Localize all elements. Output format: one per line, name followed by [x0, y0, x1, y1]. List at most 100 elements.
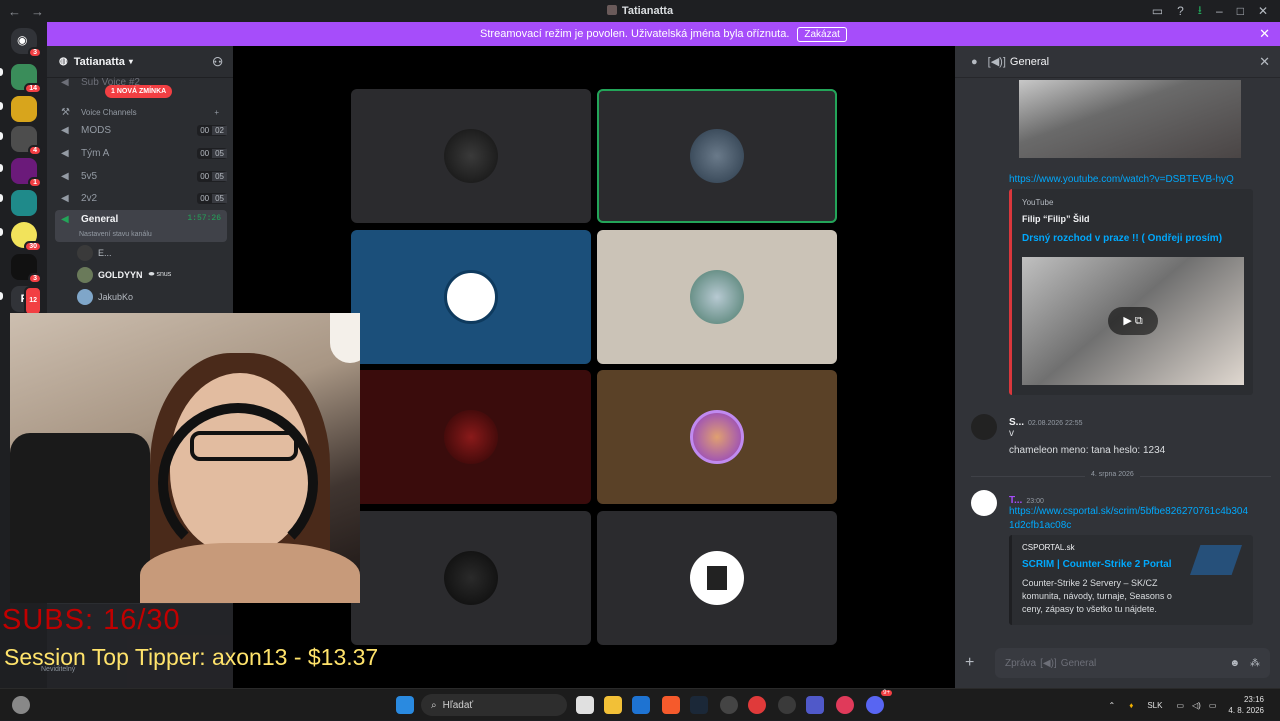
channel-2v2[interactable]: ◀ 2v2 00 05	[55, 188, 227, 208]
server-icon[interactable]: 3	[11, 254, 42, 284]
search-box[interactable]: ⌕ Hľadať	[421, 694, 567, 716]
minimize-button[interactable]: –	[1216, 4, 1223, 18]
avatar	[77, 267, 93, 283]
disable-streamer-mode-button[interactable]: Zakázat	[797, 26, 847, 42]
close-icon[interactable]: ✕	[1259, 26, 1270, 42]
participant-tile[interactable]	[597, 511, 837, 645]
server-icon[interactable]: 1	[11, 158, 42, 188]
embed-title[interactable]: Drsný rozchod v praze !! ( Ondřeji prosí…	[1022, 233, 1222, 244]
maximize-button[interactable]: □	[1237, 4, 1244, 18]
taskbar: ⌕ Hľadať 9+ ⌃ ♦ SLK ▭ ◁) ▭ 23:16 4. 8. 202…	[0, 688, 1280, 720]
message-input[interactable]: Zpráva [◀)] General ☻ ⁂	[995, 648, 1270, 678]
server-icon[interactable]: 4	[11, 126, 42, 156]
user-count: 00	[200, 171, 210, 181]
unread-pill	[0, 194, 3, 202]
channel-mods[interactable]: ◀ MODS 00 02	[55, 120, 227, 140]
discord-icon[interactable]: 9+	[866, 690, 892, 714]
thumbnail-image[interactable]	[1019, 80, 1241, 158]
unread-pill	[0, 132, 3, 140]
apps-icon[interactable]: ⁂	[1250, 658, 1260, 669]
add-channel-icon[interactable]: +	[214, 108, 219, 117]
clock-time: 23:16	[1243, 695, 1264, 704]
avatar[interactable]	[971, 490, 997, 516]
brave-icon[interactable]	[662, 696, 680, 714]
language-indicator[interactable]: SLK	[1147, 701, 1162, 710]
app-icon[interactable]	[720, 696, 738, 714]
close-chat-icon[interactable]: ✕	[1259, 54, 1270, 70]
channel-status-setting[interactable]: Nastavení stavu kanálu	[79, 231, 152, 238]
close-button[interactable]: ✕	[1258, 4, 1268, 18]
participant-tile[interactable]	[351, 370, 591, 504]
invite-people-icon[interactable]: ⚇	[212, 55, 223, 69]
participant-tile[interactable]	[597, 370, 837, 504]
youtube-link[interactable]: https://www.youtube.com/watch?v=DSBTEVB-…	[1009, 174, 1234, 185]
guild-name: Tatianatta	[73, 55, 125, 68]
weather-icon[interactable]	[12, 696, 30, 714]
help-icon[interactable]: ?	[1177, 4, 1184, 18]
teams-icon[interactable]	[806, 696, 824, 714]
download-icon[interactable]: ⭳	[1198, 1, 1202, 22]
speaker-icon: ◀	[61, 124, 69, 136]
server-icon[interactable]	[11, 96, 37, 122]
voice-user[interactable]: E...	[77, 244, 112, 262]
channel-general[interactable]: ◀ General 1:57:26 Nastavení stavu kanálu	[55, 210, 227, 242]
notification-badge: 30	[24, 241, 42, 252]
microphone-icon[interactable]: ♦	[1129, 701, 1133, 710]
clock[interactable]: 23:16 4. 8. 2026	[1228, 694, 1264, 716]
task-view-icon[interactable]	[576, 696, 594, 714]
server-icon[interactable]: 14	[11, 64, 42, 94]
category-voice-channels[interactable]: ⚒ Voice Channels +	[55, 102, 227, 122]
avatar	[77, 245, 93, 261]
battery-icon[interactable]: ▭	[1209, 701, 1217, 710]
file-explorer-icon[interactable]	[604, 696, 622, 714]
participant-tile-speaking[interactable]	[597, 89, 837, 223]
embed-provider[interactable]: CSPORTAL.sk	[1022, 543, 1075, 552]
windows-start-icon[interactable]	[396, 696, 414, 714]
volume-icon[interactable]: ◁)	[1192, 701, 1201, 710]
media-player-icon[interactable]	[836, 696, 854, 714]
user-name: JakubKo	[98, 292, 134, 302]
channel-tym-a[interactable]: ◀ Tým A 00 05	[55, 143, 227, 163]
server-icon[interactable]	[11, 190, 37, 216]
channel-name: General	[81, 214, 119, 225]
message-author[interactable]: S...	[1009, 417, 1024, 428]
embed-title[interactable]: SCRIM | Counter-Strike 2 Portal	[1022, 559, 1172, 570]
user-name: E...	[98, 248, 112, 258]
channel-5v5[interactable]: ◀ 5v5 00 05	[55, 166, 227, 186]
csportal-embed: CSPORTAL.sk SCRIM | Counter-Strike 2 Por…	[1009, 535, 1253, 625]
video-thumbnail[interactable]: ▶ ⧉	[1022, 257, 1244, 385]
server-folder-icon[interactable]: F12	[11, 286, 42, 316]
body-shape	[140, 543, 360, 603]
inbox-icon[interactable]: ▭	[1152, 4, 1163, 18]
avatar[interactable]	[971, 414, 997, 440]
server-icon[interactable]: 30	[11, 222, 42, 252]
participant-tile[interactable]	[351, 230, 591, 364]
csportal-logo-icon	[1190, 545, 1242, 575]
app-icon[interactable]	[778, 696, 796, 714]
media-player-icon[interactable]	[748, 696, 766, 714]
participant-tile[interactable]	[351, 511, 591, 645]
composer-placeholder: Zpráva	[1005, 657, 1037, 669]
steam-icon[interactable]	[690, 696, 708, 714]
user-limit-max: 05	[212, 148, 227, 158]
participant-tile[interactable]	[597, 230, 837, 364]
participant-tile[interactable]	[351, 89, 591, 223]
outlook-icon[interactable]	[632, 696, 650, 714]
monitor-icon[interactable]: ▭	[1176, 701, 1184, 710]
new-mention-badge[interactable]: 1 NOVÁ ZMÍNKA	[105, 85, 173, 98]
csportal-link[interactable]: https://www.csportal.sk/scrim/5bfbe82627…	[1009, 505, 1253, 533]
unread-pill	[0, 228, 3, 236]
voice-user[interactable]: GOLDYYN ⬬ snus	[77, 266, 171, 284]
chevron-up-icon[interactable]: ⌃	[1109, 701, 1116, 710]
embed-author[interactable]: Filip “Filip” Šild	[1022, 214, 1090, 224]
add-attachment-icon[interactable]: +	[965, 648, 985, 678]
voice-user[interactable]: JakubKo	[77, 288, 133, 306]
emoji-icon[interactable]: ☻	[1229, 658, 1240, 669]
speaker-icon: ◀	[61, 214, 69, 225]
embed-provider[interactable]: YouTube	[1022, 198, 1053, 207]
home-discord-icon[interactable]: ◉ 3	[11, 28, 42, 58]
search-placeholder: Hľadať	[442, 699, 474, 711]
user-limit-max: 05	[212, 171, 227, 181]
youtube-embed: YouTube Filip “Filip” Šild Drsný rozchod…	[1009, 189, 1253, 395]
play-icon[interactable]: ▶ ⧉	[1108, 307, 1158, 335]
